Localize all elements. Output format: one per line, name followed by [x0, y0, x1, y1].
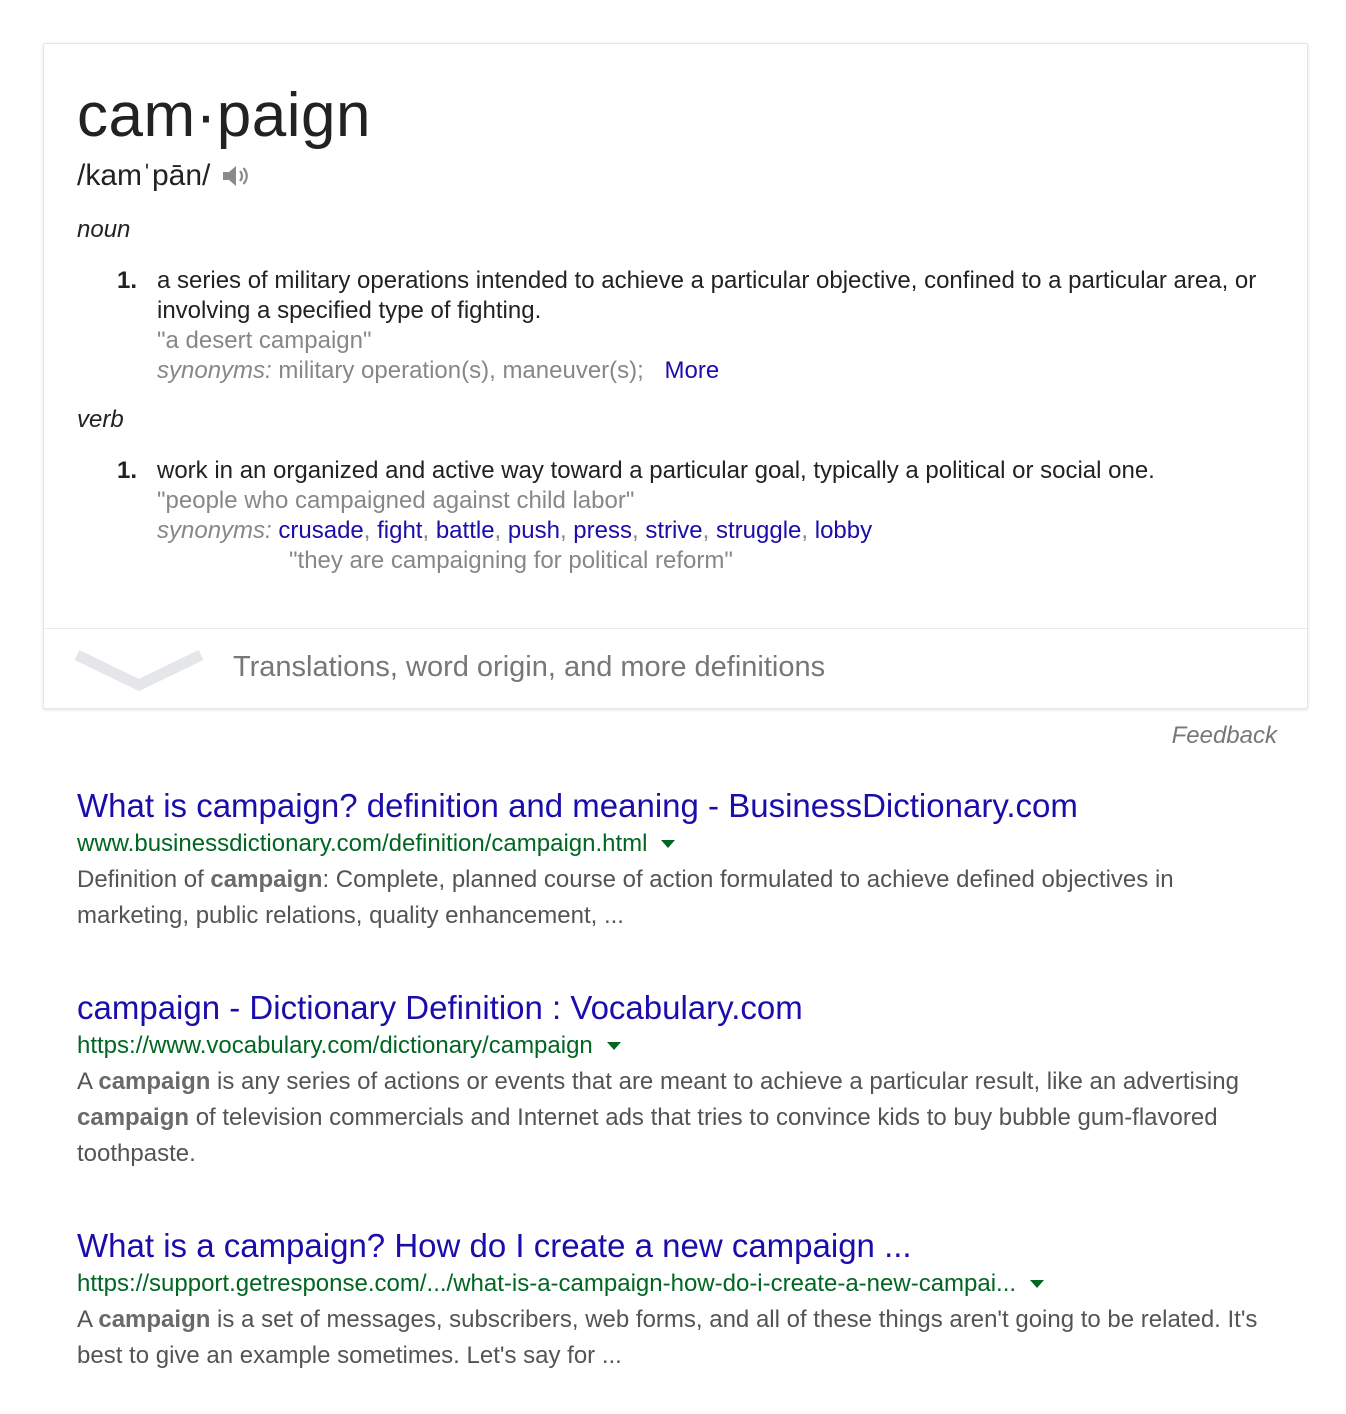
result-url: https://support.getresponse.com/.../what…: [77, 1270, 1017, 1297]
synonym-link-strive[interactable]: strive: [645, 517, 702, 544]
synonyms-label: synonyms:: [157, 517, 272, 544]
search-results-page: cam·paign /kamˈpān/ noun 1. a series of …: [0, 0, 1346, 1414]
noun-synonyms-text: military operation(s), maneuver(s);: [278, 357, 644, 384]
pos-verb-label: verb: [77, 406, 124, 433]
search-result: campaign - Dictionary Definition : Vocab…: [77, 988, 1277, 1172]
verb-definition-text: work in an organized and active way towa…: [157, 457, 1155, 484]
feedback-link[interactable]: Feedback: [1172, 722, 1277, 750]
result-url-row: www.businessdictionary.com/definition/ca…: [77, 826, 1277, 862]
caret-down-icon[interactable]: [1030, 1280, 1045, 1288]
caret-down-icon[interactable]: [661, 840, 676, 848]
verb-sense-1: 1. work in an organized and active way t…: [117, 456, 1267, 576]
expander-label: Translations, word origin, and more defi…: [233, 651, 826, 683]
caret-down-icon[interactable]: [606, 1042, 621, 1050]
verb-example: "people who campaigned against child lab…: [157, 487, 635, 514]
result-title-link[interactable]: What is campaign? definition and meaning…: [77, 786, 1277, 826]
result-snippet: A campaign is any series of actions or e…: [77, 1068, 1239, 1167]
pronunciation-row: /kamˈpān/: [77, 156, 252, 196]
more-definitions-expander[interactable]: Translations, word origin, and more defi…: [44, 628, 1307, 709]
synonym-example: "they are campaigning for political refo…: [289, 547, 733, 574]
sense-number: 1.: [117, 457, 138, 484]
result-snippet: A campaign is a set of messages, subscri…: [77, 1306, 1258, 1369]
synonym-link-crusade[interactable]: crusade: [278, 517, 363, 544]
synonym-link-lobby[interactable]: lobby: [815, 517, 872, 544]
search-result: What is a campaign? How do I create a ne…: [77, 1226, 1277, 1374]
synonym-link-push[interactable]: push: [508, 517, 560, 544]
noun-sense-1: 1. a series of military operations inten…: [117, 266, 1267, 386]
headword: cam·paign: [77, 81, 371, 150]
noun-definition-text: a series of military operations intended…: [157, 267, 1257, 324]
synonyms-label: synonyms:: [157, 357, 272, 384]
verb-synonyms-row: synonyms: crusade, fight, battle, push, …: [157, 517, 873, 544]
noun-example: "a desert campaign": [157, 327, 372, 354]
result-url: www.businessdictionary.com/definition/ca…: [77, 830, 648, 857]
result-url-row: https://www.vocabulary.com/dictionary/ca…: [77, 1028, 1277, 1064]
synonym-link-fight[interactable]: fight: [377, 517, 422, 544]
noun-synonyms-row: synonyms: military operation(s), maneuve…: [157, 356, 1267, 386]
pos-noun-label: noun: [77, 216, 131, 243]
phonetic-spelling: /kamˈpān/: [77, 159, 211, 192]
synonym-link-battle[interactable]: battle: [436, 517, 495, 544]
result-title-link[interactable]: What is a campaign? How do I create a ne…: [77, 1226, 1277, 1266]
result-title-link[interactable]: campaign - Dictionary Definition : Vocab…: [77, 988, 1277, 1028]
more-synonyms-link[interactable]: More: [664, 357, 719, 384]
dictionary-card: cam·paign /kamˈpān/ noun 1. a series of …: [43, 43, 1308, 709]
synonym-link-press[interactable]: press: [573, 517, 632, 544]
speaker-icon[interactable]: [220, 161, 252, 191]
result-url: https://www.vocabulary.com/dictionary/ca…: [77, 1032, 593, 1059]
chevron-down-icon: [74, 650, 204, 692]
result-snippet: Definition of campaign: Complete, planne…: [77, 866, 1174, 929]
result-url-row: https://support.getresponse.com/.../what…: [77, 1266, 1277, 1302]
search-result: What is campaign? definition and meaning…: [77, 786, 1277, 934]
synonym-link-struggle[interactable]: struggle: [716, 517, 801, 544]
sense-number: 1.: [117, 267, 138, 294]
